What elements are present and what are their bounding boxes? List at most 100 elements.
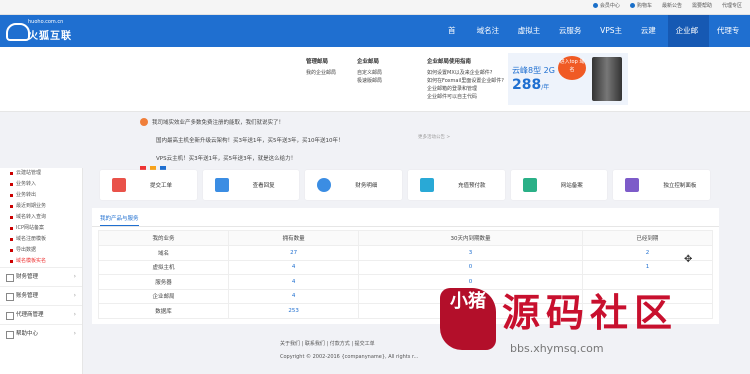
dropdown-heading: 企业邮局使用指南 — [427, 59, 472, 65]
table-header-row: 我的业务 拥有数量 30天内到期数量 已经到期 — [97, 230, 714, 246]
quick-control-panel[interactable]: 独立控制面板 — [613, 170, 711, 200]
nav-hosting[interactable]: 虚拟主机 — [510, 15, 551, 67]
watermark-overlay: 小猪 源码社区 bbs.xhymsq.com — [430, 280, 750, 370]
col-header: 已经到期 — [581, 230, 714, 246]
site-logo[interactable]: huoho.com.cn 火狐互联 — [6, 19, 76, 43]
dropdown-col-manage: 管理邮局 我的企业邮局 — [306, 57, 336, 77]
member-center-link[interactable]: 会员中心 — [592, 2, 620, 9]
dropdown-link[interactable]: 我的企业邮局 — [306, 69, 336, 77]
sidebar: 云建站管理 业务转入 业务转出 最近到期业务 域名转入查询 ICP网站备案 域名… — [0, 168, 83, 374]
cell-link[interactable]: 27 — [228, 245, 360, 261]
col-header: 拥有数量 — [228, 230, 360, 246]
nav-cloud-server[interactable]: 云服务器 — [551, 15, 592, 67]
promo-badge: 进入top 域名 — [558, 56, 586, 80]
cell-link[interactable]: 1 — [581, 259, 714, 275]
sidebar-item-active[interactable]: 域名模板实名 — [0, 256, 82, 267]
cell-link[interactable]: 4 — [228, 288, 360, 304]
nav-cloud-site[interactable]: 云建站 — [633, 15, 668, 67]
cell: 企业邮局 — [97, 288, 230, 304]
news-link[interactable]: 最新公告 — [662, 2, 682, 9]
dropdown-link[interactable]: 如何在Foxmail里面设置企业邮件? — [427, 77, 504, 85]
watermark-text: 源码社区 — [502, 291, 679, 335]
chevron-right-icon: › — [73, 330, 76, 337]
sidebar-item[interactable]: ICP网站备案 — [0, 223, 82, 234]
top-links: 会员中心 购物车 最新公告 需要帮助 代理专区 — [592, 2, 742, 9]
dropdown-heading: 企业邮局 — [357, 59, 380, 65]
watermark-url: bbs.xhymsq.com — [510, 342, 604, 355]
cell: 数据库 — [97, 303, 230, 319]
filing-icon — [522, 178, 537, 192]
notice-item[interactable]: VPS云主机！买3年送1年，买5年送3年，就是这么给力！ — [156, 154, 296, 162]
table-row: 虚拟主机 4 0 1 — [97, 259, 714, 275]
footer: 关于我们 | 联系我们 | 付款方式 | 提交工单 Copyright © 20… — [280, 340, 418, 360]
dropdown-link[interactable]: 企业邮箱的登录和管理 — [427, 85, 504, 93]
quick-site-filing[interactable]: 网站备案 — [510, 170, 608, 200]
dropdown-link[interactable]: 如何设置MX以及来企业邮件? — [427, 69, 504, 77]
dropdown-heading: 管理邮局 — [306, 59, 329, 65]
promo-title: 云峰8型 2G — [512, 66, 555, 75]
table-row: 域名 27 3 2 — [97, 245, 714, 261]
logo-url: huoho.com.cn — [28, 19, 64, 25]
cell-link[interactable]: 4 — [228, 259, 360, 275]
nav-agent[interactable]: 代理专区 — [709, 15, 750, 67]
sidebar-item[interactable]: 云建站管理 — [0, 168, 82, 179]
sidebar-item[interactable]: 域名转入查询 — [0, 212, 82, 223]
sidebar-group-finance[interactable]: 财务管理 › — [0, 267, 82, 286]
mail-dropdown-menu: 管理邮局 我的企业邮局 企业邮局 自定义邮局 极速版邮局 企业邮局使用指南 如何… — [0, 47, 750, 112]
speaker-icon — [140, 118, 148, 126]
quick-recharge[interactable]: 充值预付款 — [408, 170, 505, 200]
chevron-right-icon: › — [73, 292, 76, 299]
nav-domain[interactable]: 域名注册 — [469, 15, 510, 67]
sidebar-item[interactable]: 业务转出 — [0, 190, 82, 201]
tab-divider — [92, 226, 719, 227]
sidebar-item[interactable]: 最近到期业务 — [0, 201, 82, 212]
cell-link[interactable]: 2 — [581, 245, 714, 261]
quick-submit-ticket[interactable]: 提交工单 — [100, 170, 197, 200]
more-notices-link[interactable]: 更多活动公告 > — [418, 134, 450, 140]
quick-finance-detail[interactable]: 财务明细 — [305, 170, 403, 200]
cart-link[interactable]: 购物车 — [629, 2, 652, 9]
agent-link[interactable]: 代理专区 — [722, 2, 742, 9]
cell-link[interactable]: 253 — [228, 303, 360, 319]
account-icon — [6, 293, 14, 301]
notice-item[interactable]: 国内最高主机全新升级云架构！买3年送1年，买5年送3年，买10年送10年！ — [156, 136, 344, 144]
dropdown-link[interactable]: 自定义邮局 — [357, 69, 382, 77]
panel-icon — [625, 178, 640, 192]
dropdown-link[interactable]: 企业邮件可以自主代码 — [427, 93, 504, 101]
cart-icon — [629, 3, 635, 8]
nav-vps[interactable]: VPS主机 — [592, 15, 633, 67]
main-header: huoho.com.cn 火狐互联 首页 域名注册 虚拟主机 云服务器 VPS主… — [0, 15, 750, 67]
dropdown-link[interactable]: 极速版邮局 — [357, 77, 382, 85]
sidebar-item[interactable]: 业务转入 — [0, 179, 82, 190]
logo-name: 火狐互联 — [28, 31, 72, 42]
main-nav: 首页 域名注册 虚拟主机 云服务器 VPS主机 云建站 企业邮局 代理专区 — [440, 15, 750, 67]
server-rack-icon — [592, 57, 622, 101]
nav-enterprise-mail[interactable]: 企业邮局 — [667, 15, 709, 67]
sidebar-group-agent[interactable]: 代理商管理 › — [0, 305, 82, 324]
quick-view-reply[interactable]: 查看回复 — [202, 170, 300, 200]
top-utility-bar: 会员中心 购物车 最新公告 需要帮助 代理专区 — [0, 0, 750, 15]
footer-links[interactable]: 关于我们 | 联系我们 | 付款方式 | 提交工单 — [280, 340, 418, 347]
agent-icon — [6, 312, 14, 320]
cell-link[interactable]: 3 — [358, 245, 583, 261]
cell-link[interactable]: 0 — [358, 259, 583, 275]
cell: 虚拟主机 — [97, 259, 230, 275]
sidebar-group-help[interactable]: 帮助中心 › — [0, 324, 82, 343]
sidebar-item[interactable]: 导出数据 — [0, 245, 82, 256]
tab-my-products[interactable]: 我的产品与服务 — [100, 214, 139, 226]
notice-item[interactable]: 我司域实效业产多数免费注册的能取，我们就说实了！ — [140, 118, 284, 126]
reply-icon — [214, 178, 229, 192]
help-link[interactable]: 需要帮助 — [692, 2, 712, 9]
help-icon — [6, 331, 14, 339]
promo-price: 288/年 — [512, 77, 550, 93]
nav-home[interactable]: 首页 — [440, 15, 469, 67]
user-icon — [592, 3, 598, 8]
ticket-icon — [112, 178, 126, 192]
sidebar-group-account[interactable]: 账务管理 › — [0, 286, 82, 305]
col-header: 30天内到期数量 — [358, 230, 583, 246]
cell-link[interactable]: 4 — [228, 274, 360, 290]
cloud-logo-icon — [6, 23, 30, 41]
sidebar-item[interactable]: 域名注册模板 — [0, 234, 82, 245]
chevron-right-icon: › — [73, 273, 76, 280]
promo-banner[interactable]: 云峰8型 2G 288/年 进入top 域名 — [508, 53, 628, 105]
